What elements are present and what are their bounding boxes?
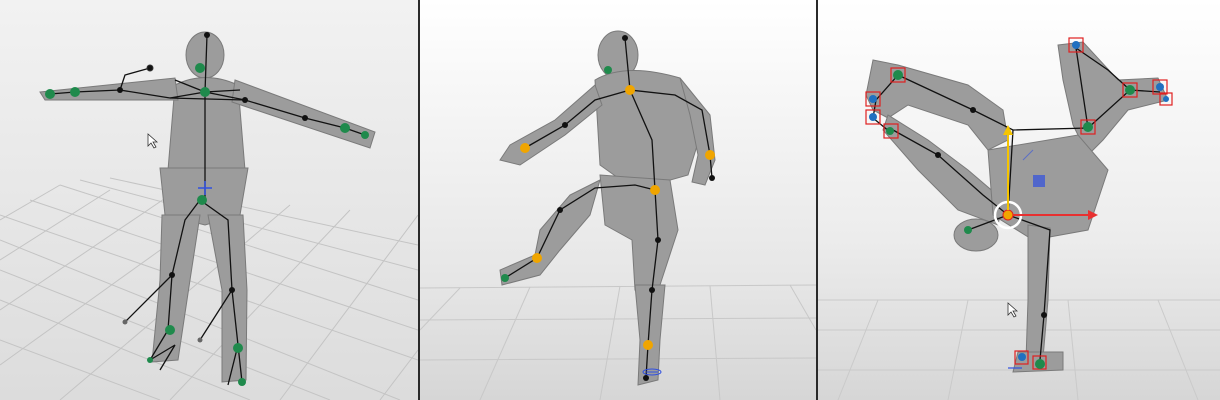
viewport-row — [0, 0, 1220, 400]
viewport-kick-canvas[interactable] — [420, 0, 816, 400]
viewport-tpose[interactable] — [0, 0, 418, 400]
viewport-tpose-canvas[interactable] — [0, 0, 418, 400]
viewport-handstand[interactable] — [818, 0, 1220, 400]
viewport-kick[interactable] — [420, 0, 816, 400]
viewport-handstand-canvas[interactable] — [818, 0, 1220, 400]
